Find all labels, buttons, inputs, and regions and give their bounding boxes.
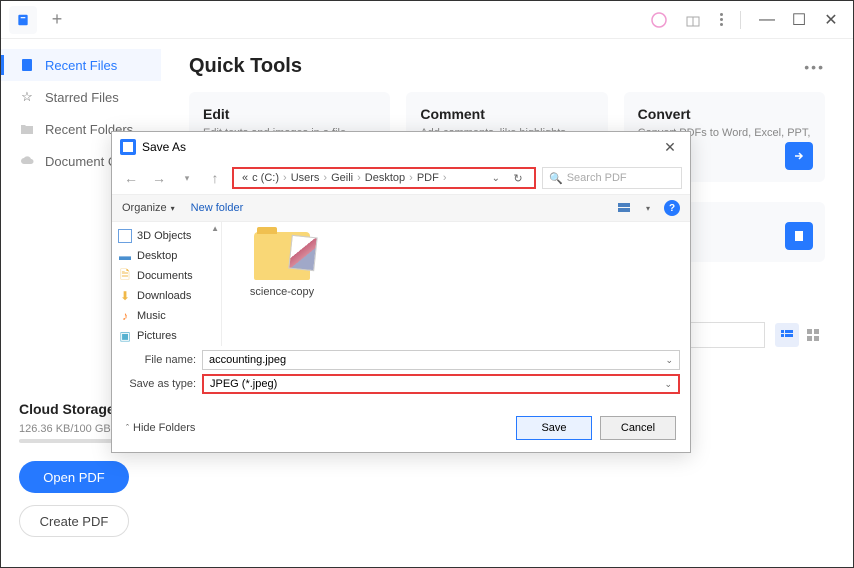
sidebar-item-starred-files[interactable]: ☆ Starred Files xyxy=(1,81,161,113)
hide-folders-button[interactable]: ˆHide Folders xyxy=(126,422,195,434)
cancel-button[interactable]: Cancel xyxy=(600,416,676,440)
breadcrumb-part[interactable]: Geili xyxy=(331,172,353,184)
chevron-right-icon: › xyxy=(409,172,413,184)
music-icon: ♪ xyxy=(118,309,132,323)
maximize-button[interactable]: ☐ xyxy=(785,6,813,34)
chevron-down-icon[interactable]: ⌄ xyxy=(665,355,673,366)
nav-up-button[interactable]: ↑ xyxy=(204,167,226,189)
nav-back-button[interactable]: ← xyxy=(120,167,142,189)
breadcrumb-part: « xyxy=(242,172,248,184)
quick-tools-title: Quick Tools xyxy=(189,55,302,78)
refresh-icon[interactable]: ↻ xyxy=(510,172,526,185)
file-icon xyxy=(19,57,35,73)
sidebar-item-label: Recent Files xyxy=(45,58,117,73)
chevron-right-icon: › xyxy=(283,172,287,184)
search-placeholder: Search PDF xyxy=(567,172,627,184)
cloud-icon xyxy=(19,153,35,169)
help-icon[interactable]: ? xyxy=(664,200,680,216)
breadcrumb-dropdown-icon[interactable]: ⌄ xyxy=(492,173,500,184)
dialog-title: Save As xyxy=(142,140,186,154)
tool-name: Convert xyxy=(638,106,811,122)
file-name-input[interactable]: accounting.jpeg ⌄ xyxy=(202,350,680,370)
tree-item[interactable]: ▬Desktop xyxy=(112,246,221,266)
tool-name: Edit xyxy=(203,106,376,122)
chevron-right-icon: › xyxy=(443,172,447,184)
new-folder-button[interactable]: New folder xyxy=(191,202,244,214)
more-icon[interactable]: ••• xyxy=(804,59,825,75)
dialog-toolbar: Organize▾ New folder ▾ ? xyxy=(112,194,690,222)
file-browser[interactable]: science-copy xyxy=(222,222,690,346)
open-pdf-button[interactable]: Open PDF xyxy=(19,461,129,493)
tree-item[interactable]: ♪Music xyxy=(112,306,221,326)
folder-item[interactable]: science-copy xyxy=(242,232,322,298)
chevron-right-icon: › xyxy=(357,172,361,184)
chevron-down-icon[interactable]: ▾ xyxy=(176,167,198,189)
nav-forward-button[interactable]: → xyxy=(148,167,170,189)
folder-tree: ▲ 3D Objects ▬Desktop 🗎Documents ⬇Downlo… xyxy=(112,222,222,346)
pictures-icon: ▣ xyxy=(118,329,132,343)
dialog-close-button[interactable]: ✕ xyxy=(658,139,682,156)
tree-item[interactable]: 🗎Documents xyxy=(112,266,221,286)
3d-objects-icon xyxy=(118,229,132,243)
folder-icon xyxy=(19,121,35,137)
breadcrumb-part[interactable]: PDF xyxy=(417,172,439,184)
tree-item[interactable]: ▣Pictures xyxy=(112,326,221,346)
organize-button[interactable]: Organize▾ xyxy=(122,202,175,214)
folder-thumb-icon xyxy=(254,232,310,280)
dialog-search-box[interactable]: 🔍 Search PDF xyxy=(542,167,682,189)
chevron-right-icon: › xyxy=(323,172,327,184)
star-icon: ☆ xyxy=(19,89,35,105)
breadcrumb-part[interactable]: c (C:) xyxy=(252,172,279,184)
breadcrumb-part[interactable]: Users xyxy=(291,172,320,184)
view-mode-button[interactable] xyxy=(614,198,634,218)
minimize-button[interactable]: — xyxy=(753,6,781,34)
new-tab-button[interactable]: + xyxy=(43,6,71,34)
scroll-up-icon[interactable]: ▲ xyxy=(211,224,219,233)
folder-icon: ⬇ xyxy=(118,289,132,303)
list-view-button[interactable] xyxy=(775,323,799,347)
gift-icon[interactable] xyxy=(682,9,704,31)
dialog-footer: ˆHide Folders Save Cancel xyxy=(112,406,690,452)
app-titlebar: + — ☐ ✕ xyxy=(1,1,853,39)
folder-icon: 🗎 xyxy=(118,269,132,283)
save-type-select[interactable]: JPEG (*.jpeg) ⌄ xyxy=(202,374,680,394)
desktop-icon: ▬ xyxy=(118,249,132,263)
tree-item[interactable]: 3D Objects xyxy=(112,226,221,246)
view-dropdown-icon[interactable]: ▾ xyxy=(638,198,658,218)
dialog-navbar: ← → ▾ ↑ « c (C:) › Users › Geili › Deskt… xyxy=(112,162,690,194)
save-button[interactable]: Save xyxy=(516,416,592,440)
sidebar-item-recent-files[interactable]: Recent Files xyxy=(1,49,161,81)
close-button[interactable]: ✕ xyxy=(817,6,845,34)
dialog-fields: File name: accounting.jpeg ⌄ Save as typ… xyxy=(112,346,690,406)
menu-icon[interactable] xyxy=(710,13,732,26)
create-pdf-button[interactable]: Create PDF xyxy=(19,505,129,537)
file-name-label: File name: xyxy=(122,354,202,366)
folder-name: science-copy xyxy=(242,286,322,298)
breadcrumb-part[interactable]: Desktop xyxy=(365,172,405,184)
sidebar-item-label: Starred Files xyxy=(45,90,119,105)
avatar-icon[interactable] xyxy=(648,9,670,31)
home-tab[interactable] xyxy=(9,6,37,34)
app-icon xyxy=(120,139,136,155)
breadcrumb[interactable]: « c (C:) › Users › Geili › Desktop › PDF… xyxy=(232,167,536,189)
tree-item[interactable]: ⬇Downloads xyxy=(112,286,221,306)
grid-view-button[interactable] xyxy=(801,323,825,347)
tool-name: Comment xyxy=(420,106,593,122)
template-icon xyxy=(785,222,813,250)
chevron-down-icon[interactable]: ⌄ xyxy=(664,379,672,390)
save-type-label: Save as type: xyxy=(122,378,202,390)
dialog-titlebar[interactable]: Save As ✕ xyxy=(112,132,690,162)
search-icon: 🔍 xyxy=(549,172,563,185)
convert-icon xyxy=(785,142,813,170)
save-as-dialog: Save As ✕ ← → ▾ ↑ « c (C:) › Users › Gei… xyxy=(111,131,691,453)
